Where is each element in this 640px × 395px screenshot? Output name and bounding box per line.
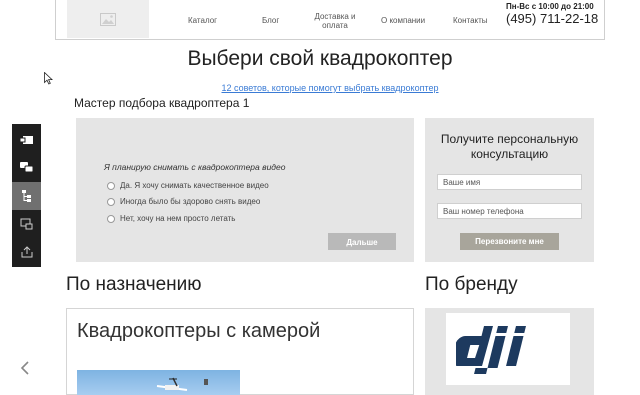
tree-icon xyxy=(21,190,31,202)
working-hours: Пн-Вс с 10:00 до 21:00 xyxy=(506,2,594,11)
radio-button[interactable] xyxy=(107,181,115,190)
header-phone[interactable]: (495) 711-22-18 xyxy=(506,11,598,26)
side-toolbar xyxy=(12,124,41,267)
nav-catalog[interactable]: Каталог xyxy=(188,16,217,25)
wizard-option[interactable]: Иногда было бы здорово снять видео xyxy=(107,197,260,206)
dji-logo-icon xyxy=(456,326,527,374)
chat-icon xyxy=(19,162,33,173)
next-button[interactable]: Дальше xyxy=(328,233,396,250)
chevron-left-icon xyxy=(20,361,29,375)
wizard-question: Я планирую снимать с квадрокоптера видео xyxy=(104,162,286,172)
nav-delivery[interactable]: Доставка и оплата xyxy=(314,12,356,30)
nav-blog[interactable]: Блог xyxy=(262,16,279,25)
callback-button[interactable]: Перезвоните мне xyxy=(460,233,559,250)
tips-link[interactable]: 12 советов, которые помогут выбрать квад… xyxy=(0,83,640,93)
radio-button[interactable] xyxy=(107,197,115,206)
collapse-toolbar-button[interactable] xyxy=(20,360,30,381)
dji-logo[interactable] xyxy=(446,313,570,385)
option-label: Да. Я хочу снимать качественное видео xyxy=(120,181,269,190)
wizard-heading: Мастер подбора квадроптера 1 xyxy=(74,96,250,110)
video-icon xyxy=(20,218,32,230)
option-label: Нет, хочу на нем просто летать xyxy=(120,214,236,223)
drone-photo[interactable] xyxy=(77,370,240,395)
logo-placeholder[interactable] xyxy=(67,0,149,38)
camera-category-title[interactable]: Квадрокоптеры с камерой xyxy=(77,320,320,343)
toolbar-button-export[interactable] xyxy=(12,238,41,266)
nav-contacts[interactable]: Контакты xyxy=(453,16,488,25)
mouse-cursor xyxy=(44,71,54,90)
toolbar-button-tree[interactable] xyxy=(12,182,41,210)
image-icon xyxy=(100,12,116,26)
phone-field[interactable]: Ваш номер телефона xyxy=(437,203,582,219)
brand-heading: По бренду xyxy=(425,274,518,295)
toolbar-button-chat[interactable] xyxy=(12,154,41,182)
screen-share-icon xyxy=(19,136,33,144)
toolbar-button-screen[interactable] xyxy=(12,126,41,154)
option-label: Иногда было бы здорово снять видео xyxy=(120,197,261,206)
consultation-title: Получите персональную консультацию xyxy=(440,132,579,161)
wizard-option[interactable]: Да. Я хочу снимать качественное видео xyxy=(107,181,269,190)
page-title: Выбери свой квадрокоптер xyxy=(187,47,453,70)
wizard-option[interactable]: Нет, хочу на нем просто летать xyxy=(107,214,235,223)
drone-icon xyxy=(156,377,208,391)
toolbar-button-video[interactable] xyxy=(12,210,41,238)
radio-button[interactable] xyxy=(107,214,115,223)
export-icon xyxy=(21,246,32,258)
nav-about[interactable]: О компании xyxy=(381,16,425,25)
name-field[interactable]: Ваше имя xyxy=(437,174,582,190)
cursor-icon xyxy=(44,71,54,85)
purpose-heading: По назначению xyxy=(66,274,202,295)
